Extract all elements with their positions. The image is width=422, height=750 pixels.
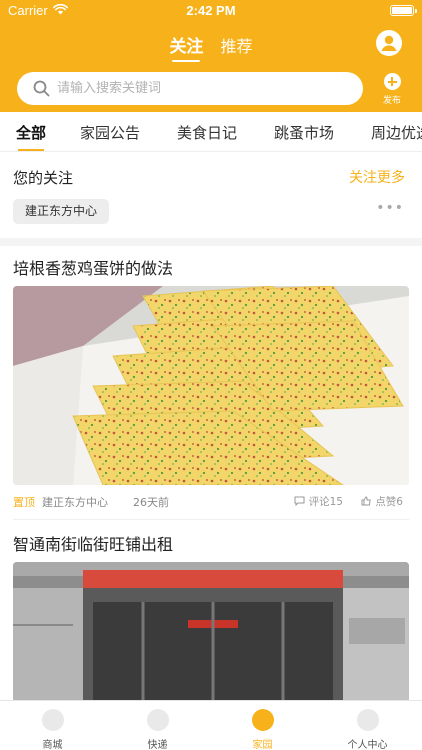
more-icon[interactable]: ••• [376, 200, 404, 216]
tabbar-label: 商城 [42, 740, 63, 750]
storefront-photo [13, 562, 409, 702]
category-tabs: 全部 家园公告 美食日记 跳蚤市场 周边优选 [0, 112, 422, 152]
post-image-omelette[interactable] [13, 286, 409, 485]
section-divider [0, 238, 422, 246]
post-title[interactable]: 智通南街临街旺铺出租 [13, 531, 173, 555]
status-bar: Carrier 2:42 PM [0, 0, 422, 22]
app-screen: Carrier 2:42 PM 关注 推荐 请输入搜索关键词 发布 全部 家园公… [0, 0, 422, 750]
omelette-photo [13, 286, 409, 485]
category-tab-announcements[interactable]: 家园公告 [80, 122, 140, 143]
plus-icon [383, 73, 401, 90]
category-tab-nearby-picks[interactable]: 周边优选 [371, 122, 422, 143]
top-tabs: 关注 推荐 [0, 32, 422, 62]
post-image-storefront[interactable] [13, 562, 409, 702]
clock: 2:42 PM [186, 3, 236, 18]
post-divider [13, 519, 409, 520]
tabbar-item-express[interactable]: 快递 [105, 701, 210, 750]
tabbar-item-profile[interactable]: 个人中心 [315, 701, 422, 750]
active-tab-indicator [18, 149, 44, 151]
tabbar-item-home[interactable]: 家园 [210, 701, 315, 750]
header: Carrier 2:42 PM 关注 推荐 请输入搜索关键词 发布 [0, 0, 422, 112]
tab-recommend[interactable]: 推荐 [221, 33, 253, 57]
followed-community-tag[interactable]: 建正东方中心 [13, 199, 110, 224]
search-icon [33, 80, 50, 97]
category-tab-food-diary[interactable]: 美食日记 [177, 122, 237, 143]
profile-icon [357, 709, 379, 731]
comment-icon [294, 496, 305, 507]
tabbar-label: 个人中心 [347, 740, 388, 750]
user-avatar-button[interactable] [376, 30, 402, 56]
battery-icon [390, 5, 417, 16]
post-time: 26天前 [133, 496, 169, 509]
mall-icon [42, 709, 64, 731]
comment-count[interactable]: 评论15 [294, 494, 343, 509]
bottom-tab-bar: 商城 快递 家园 个人中心 [0, 700, 422, 750]
category-tab-flea-market[interactable]: 跳蚤市场 [274, 122, 334, 143]
search-input[interactable] [57, 72, 357, 105]
tabbar-label: 快递 [147, 740, 168, 750]
package-icon [147, 709, 169, 731]
publish-label: 发布 [382, 96, 401, 106]
post-title[interactable]: 培根香葱鸡蛋饼的做法 [13, 255, 173, 279]
user-icon [381, 35, 397, 51]
tabbar-label: 家园 [252, 740, 273, 750]
follow-section-title: 您的关注 [13, 169, 74, 187]
publish-button[interactable]: 发布 [378, 73, 406, 106]
pinned-badge: 置顶 [13, 496, 35, 509]
post-community: 建正东方中心 [42, 496, 108, 509]
category-tab-all[interactable]: 全部 [16, 122, 46, 143]
tabbar-item-mall[interactable]: 商城 [0, 701, 105, 750]
like-count[interactable]: 点赞6 [361, 494, 403, 509]
like-icon [361, 496, 371, 506]
like-count-label: 点赞6 [375, 496, 403, 508]
search-bar [17, 72, 363, 105]
follow-more-link[interactable]: 关注更多 [349, 167, 405, 187]
home-icon [252, 709, 274, 731]
tab-follow[interactable]: 关注 [169, 32, 203, 62]
post-meta: 置顶 建正东方中心 26天前 评论15 点赞6 [13, 492, 409, 510]
comment-count-label: 评论15 [308, 496, 343, 508]
